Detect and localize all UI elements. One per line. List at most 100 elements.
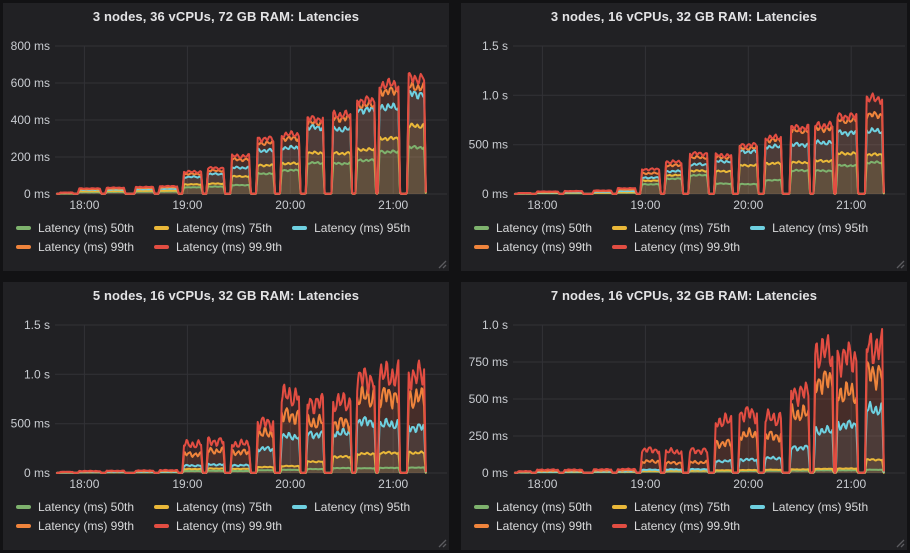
legend-label: Latency (ms) 95th [314, 221, 410, 235]
legend-item-p99[interactable]: Latency (ms) 99th [16, 519, 134, 533]
series-color-swatch [612, 226, 627, 230]
series-color-swatch [474, 524, 489, 528]
legend-label: Latency (ms) 75th [634, 500, 730, 514]
legend-row: Latency (ms) 99th Latency (ms) 99.9th [16, 519, 449, 533]
svg-text:20:00: 20:00 [733, 477, 763, 491]
svg-text:19:00: 19:00 [172, 477, 202, 491]
svg-text:1.0 s: 1.0 s [482, 88, 508, 102]
legend-item-p75[interactable]: Latency (ms) 75th [154, 221, 272, 235]
svg-text:1.5 s: 1.5 s [482, 39, 508, 53]
legend-item-p95[interactable]: Latency (ms) 95th [750, 221, 868, 235]
svg-text:18:00: 18:00 [69, 198, 99, 212]
legend-item-p50[interactable]: Latency (ms) 50th [16, 500, 134, 514]
panel-resize-handle[interactable] [438, 260, 447, 269]
series-color-swatch [16, 524, 31, 528]
svg-text:500 ms: 500 ms [469, 138, 508, 152]
legend-item-p99[interactable]: Latency (ms) 99th [474, 240, 592, 254]
legend-item-p999[interactable]: Latency (ms) 99.9th [612, 240, 740, 254]
legend-item-p75[interactable]: Latency (ms) 75th [612, 500, 730, 514]
panel-title[interactable]: 3 nodes, 36 vCPUs, 72 GB RAM: Latencies [3, 3, 449, 30]
legend-row: Latency (ms) 50th Latency (ms) 75th Latenc… [474, 221, 907, 235]
legend-item-p99[interactable]: Latency (ms) 99th [474, 519, 592, 533]
series-color-swatch [16, 245, 31, 249]
svg-text:19:00: 19:00 [630, 477, 660, 491]
legend-item-p999[interactable]: Latency (ms) 99.9th [612, 519, 740, 533]
legend-item-p95[interactable]: Latency (ms) 95th [750, 500, 868, 514]
series-color-swatch [16, 226, 31, 230]
series-color-swatch [612, 245, 627, 249]
legend-item-p75[interactable]: Latency (ms) 75th [154, 500, 272, 514]
svg-text:250 ms: 250 ms [469, 429, 508, 443]
latency-graph[interactable]: 0 ms250 ms500 ms750 ms1.0 s18:0019:0020:… [461, 309, 907, 495]
svg-text:1.5 s: 1.5 s [24, 318, 50, 332]
svg-text:18:00: 18:00 [69, 477, 99, 491]
legend-item-p50[interactable]: Latency (ms) 50th [16, 221, 134, 235]
series-color-swatch [474, 505, 489, 509]
legend-label: Latency (ms) 75th [176, 221, 272, 235]
legend-item-p50[interactable]: Latency (ms) 50th [474, 221, 592, 235]
svg-text:500 ms: 500 ms [469, 392, 508, 406]
series-color-swatch [474, 245, 489, 249]
legend-label: Latency (ms) 75th [176, 500, 272, 514]
legend-item-p95[interactable]: Latency (ms) 95th [292, 221, 410, 235]
legend-label: Latency (ms) 50th [496, 221, 592, 235]
legend-item-p50[interactable]: Latency (ms) 50th [474, 500, 592, 514]
series-color-swatch [154, 245, 169, 249]
series-color-swatch [154, 226, 169, 230]
svg-text:0 ms: 0 ms [482, 466, 508, 480]
svg-text:18:00: 18:00 [527, 477, 557, 491]
panel-resize-handle[interactable] [896, 260, 905, 269]
panel-title[interactable]: 5 nodes, 16 vCPUs, 32 GB RAM: Latencies [3, 282, 449, 309]
legend-label: Latency (ms) 95th [772, 500, 868, 514]
legend-label: Latency (ms) 99th [38, 519, 134, 533]
legend-item-p75[interactable]: Latency (ms) 75th [612, 221, 730, 235]
legend-item-p95[interactable]: Latency (ms) 95th [292, 500, 410, 514]
series-color-swatch [154, 524, 169, 528]
legend-item-p99[interactable]: Latency (ms) 99th [16, 240, 134, 254]
legend-row: Latency (ms) 50th Latency (ms) 75th Latenc… [474, 500, 907, 514]
series-color-swatch [750, 226, 765, 230]
legend-label: Latency (ms) 99.9th [634, 240, 740, 254]
legend-item-p999[interactable]: Latency (ms) 99.9th [154, 519, 282, 533]
legend-row: Latency (ms) 99th Latency (ms) 99.9th [474, 519, 907, 533]
panel-title[interactable]: 3 nodes, 16 vCPUs, 32 GB RAM: Latencies [461, 3, 907, 30]
legend-item-p999[interactable]: Latency (ms) 99.9th [154, 240, 282, 254]
legend-row: Latency (ms) 99th Latency (ms) 99.9th [474, 240, 907, 254]
latency-graph[interactable]: 0 ms500 ms1.0 s1.5 s18:0019:0020:0021:00 [3, 309, 449, 495]
svg-text:400 ms: 400 ms [11, 113, 50, 127]
legend-label: Latency (ms) 99th [496, 240, 592, 254]
svg-text:500 ms: 500 ms [11, 417, 50, 431]
latency-graph[interactable]: 0 ms200 ms400 ms600 ms800 ms18:0019:0020… [3, 30, 449, 216]
series-color-swatch [16, 505, 31, 509]
svg-text:21:00: 21:00 [836, 477, 866, 491]
legend-label: Latency (ms) 99.9th [176, 519, 282, 533]
series-color-swatch [292, 505, 307, 509]
legend-row: Latency (ms) 50th Latency (ms) 75th Latenc… [16, 221, 449, 235]
panel-resize-handle[interactable] [438, 539, 447, 548]
legend-label: Latency (ms) 99.9th [176, 240, 282, 254]
svg-text:20:00: 20:00 [275, 477, 305, 491]
dashboard-grid: 3 nodes, 36 vCPUs, 72 GB RAM: Latencies … [0, 0, 910, 553]
legend-label: Latency (ms) 75th [634, 221, 730, 235]
series-color-swatch [154, 505, 169, 509]
latency-graph[interactable]: 0 ms500 ms1.0 s1.5 s18:0019:0020:0021:00 [461, 30, 907, 216]
svg-text:0 ms: 0 ms [24, 466, 50, 480]
legend-row: Latency (ms) 99th Latency (ms) 99.9th [16, 240, 449, 254]
svg-text:800 ms: 800 ms [11, 39, 50, 53]
series-color-swatch [612, 505, 627, 509]
svg-text:19:00: 19:00 [630, 198, 660, 212]
panel-title[interactable]: 7 nodes, 16 vCPUs, 32 GB RAM: Latencies [461, 282, 907, 309]
legend-row: Latency (ms) 50th Latency (ms) 75th Latenc… [16, 500, 449, 514]
svg-text:20:00: 20:00 [733, 198, 763, 212]
panel-legend: Latency (ms) 50th Latency (ms) 75th Latenc… [461, 216, 907, 254]
svg-text:750 ms: 750 ms [469, 355, 508, 369]
legend-label: Latency (ms) 95th [772, 221, 868, 235]
panel-resize-handle[interactable] [896, 539, 905, 548]
svg-text:18:00: 18:00 [527, 198, 557, 212]
panel-3n-36vcpu: 3 nodes, 36 vCPUs, 72 GB RAM: Latencies … [3, 3, 449, 271]
svg-text:21:00: 21:00 [378, 477, 408, 491]
svg-text:21:00: 21:00 [378, 198, 408, 212]
svg-text:200 ms: 200 ms [11, 150, 50, 164]
svg-text:0 ms: 0 ms [24, 187, 50, 201]
panel-3n-16vcpu: 3 nodes, 16 vCPUs, 32 GB RAM: Latencies … [461, 3, 907, 271]
